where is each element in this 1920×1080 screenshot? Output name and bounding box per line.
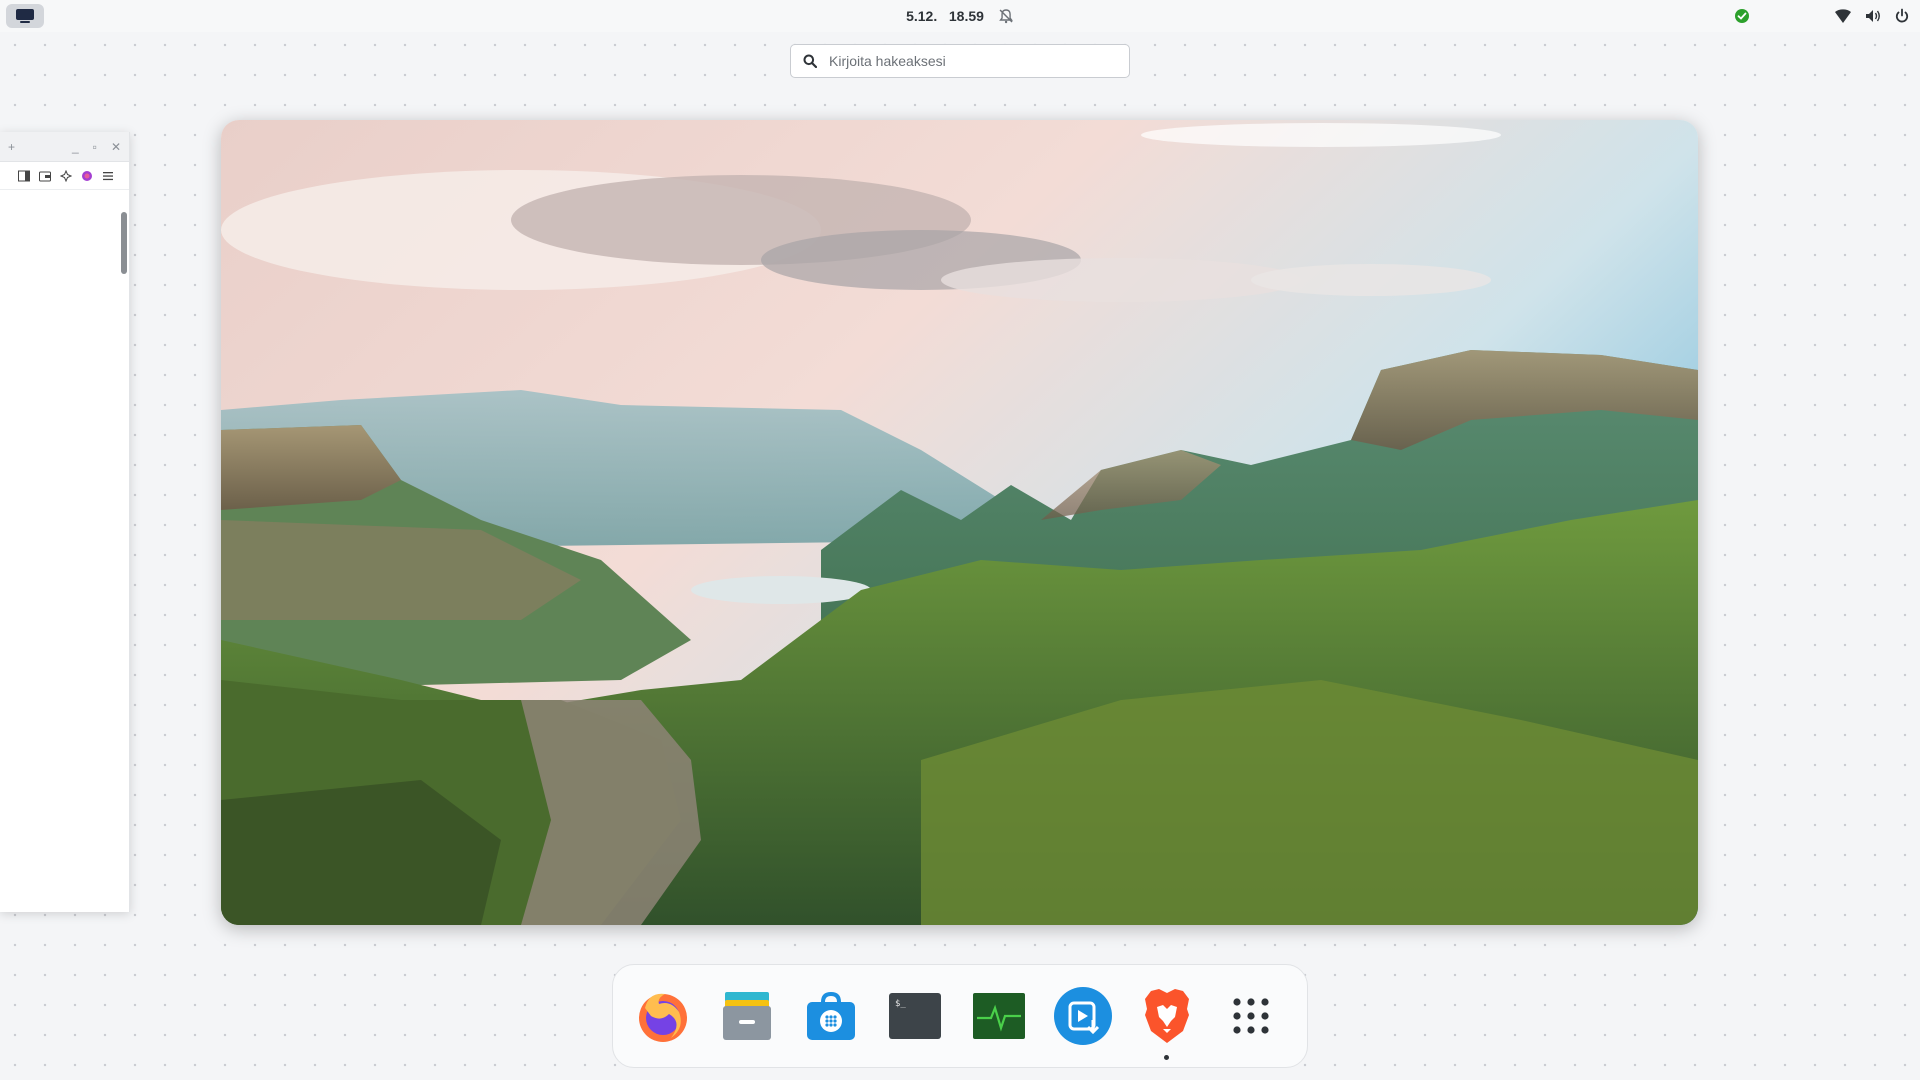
software-store-icon [807,991,855,1040]
app-grid-icon [1233,998,1269,1034]
menu-icon[interactable] [102,170,114,182]
workspace-thumbnail[interactable] [221,120,1698,925]
installer-icon [1054,987,1112,1045]
scrollbar-thumb[interactable] [121,212,127,274]
scrollbar[interactable] [121,204,127,904]
extensions-icon[interactable] [60,169,72,182]
side-window-titlebar[interactable]: + _ ▫ ✕ [0,132,129,162]
wifi-icon [1835,9,1851,23]
side-window[interactable]: + _ ▫ ✕ [0,132,130,912]
running-indicator [1164,1055,1169,1060]
power-icon [1895,8,1909,23]
system-monitor-icon [973,993,1025,1039]
close-icon[interactable]: ✕ [111,140,121,154]
dock-app-terminal[interactable]: $_ [885,986,945,1046]
top-bar: 5.12. 18.59 [0,0,1920,32]
maximize-icon[interactable]: ▫ [93,140,97,154]
add-tab-icon[interactable]: + [8,140,15,154]
dock-app-software[interactable] [801,986,861,1046]
dock-app-installer[interactable] [1053,986,1113,1046]
firefox-icon [639,993,687,1042]
notifications-off-icon [999,9,1013,24]
system-tray[interactable] [1834,0,1910,32]
workspace-icon [16,9,34,23]
wallpaper-image [221,120,1698,925]
search-bar[interactable] [790,44,1130,78]
time-label: 18.59 [948,8,984,24]
minimize-icon[interactable]: _ [72,140,79,154]
dock-app-system-monitor[interactable] [969,986,1029,1046]
svg-text:$_: $_ [895,999,906,1009]
brave-icon [1145,989,1189,1043]
dock-app-files[interactable] [717,986,777,1046]
date-label: 5.12. [906,8,938,24]
search-icon [803,54,817,68]
search-input[interactable] [829,53,1099,69]
dock: $_ [612,964,1308,1068]
volume-icon [1866,10,1880,22]
activities-button[interactable] [6,4,44,28]
terminal-icon: $_ [889,993,941,1039]
leo-ai-icon[interactable] [81,170,93,182]
dock-show-applications[interactable] [1221,986,1281,1046]
wallet-icon[interactable] [39,170,51,182]
side-window-toolbar [0,162,129,190]
clock[interactable]: 5.12. 18.59 [906,0,1014,32]
dock-app-firefox[interactable] [633,986,693,1046]
update-status-icon[interactable] [1734,8,1750,29]
files-icon [723,992,771,1040]
dock-app-brave[interactable] [1137,986,1197,1060]
sidebar-icon[interactable] [18,170,30,182]
